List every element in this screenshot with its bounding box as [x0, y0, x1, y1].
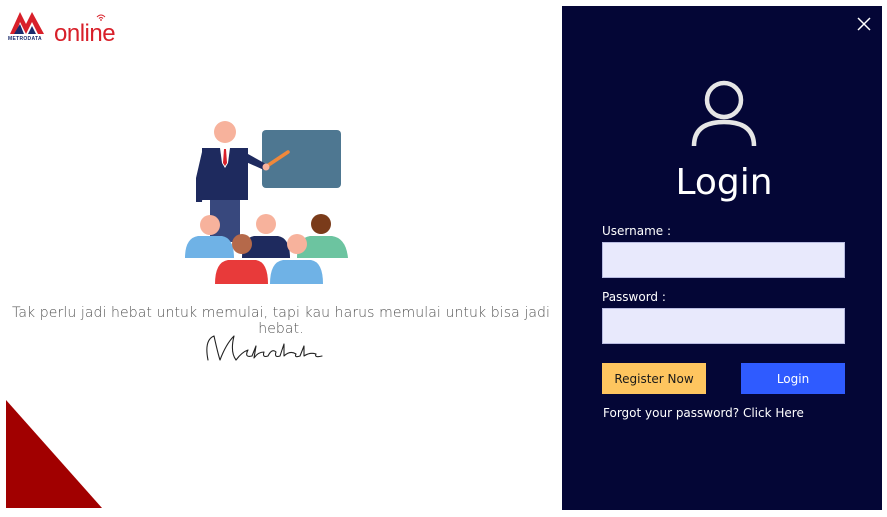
login-button[interactable]: Login: [741, 363, 845, 394]
username-label: Username :: [602, 224, 672, 238]
login-title: Login: [675, 162, 773, 203]
wifi-icon: [96, 14, 106, 21]
signature-image: [206, 335, 323, 361]
login-panel: Login Username : Password : Register Now…: [562, 6, 882, 510]
logo-subtitle: METRODATA: [8, 36, 42, 42]
logo-wordmark: online: [54, 20, 116, 47]
password-input[interactable]: [602, 308, 845, 344]
metrodata-logo: online METRODATA: [8, 10, 118, 47]
password-label: Password :: [602, 290, 666, 304]
register-button[interactable]: Register Now: [602, 363, 706, 394]
teacher-classroom-illustration: [185, 121, 348, 284]
username-input[interactable]: [602, 242, 845, 278]
decorative-triangle-bottom: [6, 400, 102, 508]
close-icon[interactable]: [856, 16, 872, 32]
logo-mark-icon: [10, 12, 44, 34]
user-icon: [691, 80, 757, 147]
forgot-password-link[interactable]: Forgot your password? Click Here: [603, 406, 804, 420]
